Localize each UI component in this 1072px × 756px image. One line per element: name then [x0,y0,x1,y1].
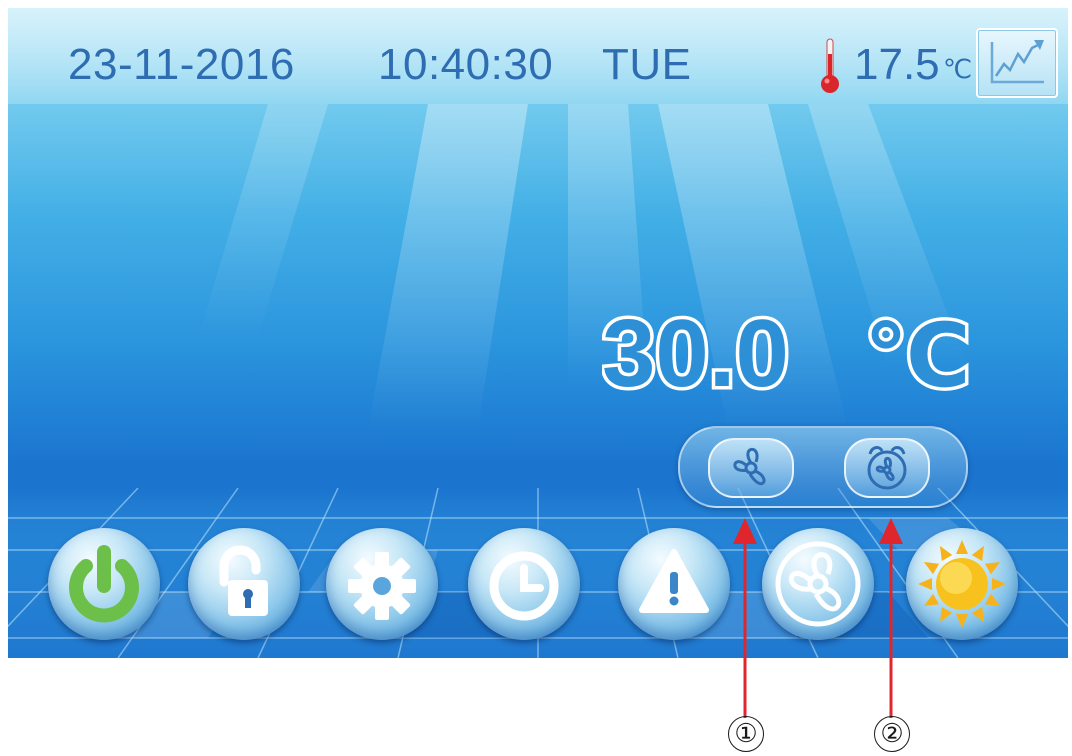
power-icon [69,545,139,623]
status-indicator-panel [678,426,968,508]
alarm-clock-icon [867,446,907,490]
fan-speed-button[interactable] [762,528,874,640]
fan-icon [775,541,861,627]
weekday-text: TUE [602,40,692,89]
setpoint-temperature: 30.0 [602,300,789,400]
device-screen: 23-11-2016 10:40:30 TUE 17.5 ℃ 30.0 ℃ [8,8,1068,658]
room-temperature: 17.5 [854,40,940,89]
gear-icon [348,552,416,620]
temperature-chart-button[interactable] [976,28,1058,98]
timer-status-indicator [844,438,930,498]
status-bar: 23-11-2016 10:40:30 TUE 17.5 ℃ [8,8,1068,104]
alarm-warning-button[interactable] [618,528,730,640]
time-text: 10:40:30 [378,40,554,89]
heating-mode-button[interactable] [906,528,1018,640]
fan-running-icon [733,447,766,486]
thermometer-icon [821,38,839,93]
clock-icon [489,551,559,621]
callout-label-1: ① [728,716,764,752]
unlock-button[interactable] [188,528,300,640]
callout-label-2: ② [874,716,910,752]
date-text: 23-11-2016 [68,40,295,89]
power-button[interactable] [48,528,160,640]
warning-icon [639,549,709,613]
setpoint-temperature-display: 30.0 ℃ [602,300,974,400]
line-chart-icon [990,40,1044,84]
room-temperature-unit: ℃ [943,54,973,84]
clock-button[interactable] [468,528,580,640]
setpoint-temperature-unit: ℃ [864,304,971,400]
settings-button[interactable] [326,528,438,640]
fan-status-indicator [708,438,794,498]
sun-icon [918,540,1006,628]
unlock-icon [219,545,268,616]
